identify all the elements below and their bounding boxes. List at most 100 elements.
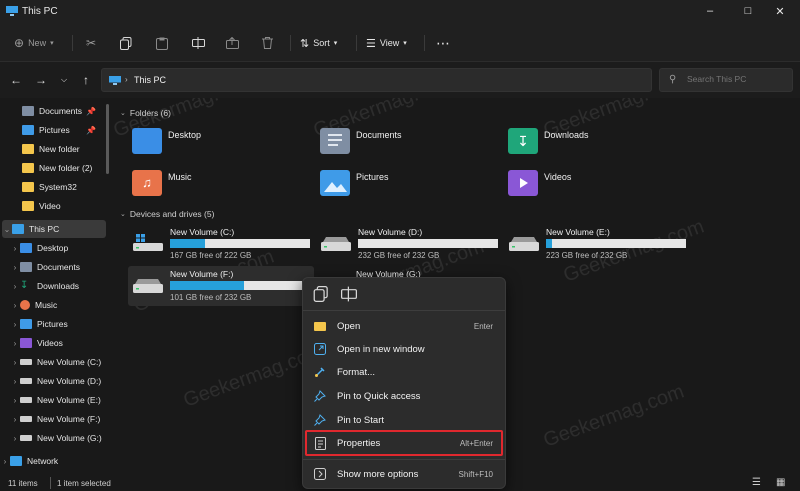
sidebar-item-volume-e[interactable]: › New Volume (E:) — [0, 391, 104, 409]
share-button[interactable] — [226, 32, 239, 54]
folder-videos[interactable]: Videos — [508, 170, 571, 196]
open-new-window-icon — [313, 342, 327, 356]
folder-music[interactable]: ♫ Music — [132, 170, 192, 196]
menu-separator — [303, 310, 505, 311]
delete-button[interactable] — [262, 32, 273, 54]
menu-item-label: Open — [337, 320, 361, 332]
drive-icon — [20, 359, 32, 365]
forward-button[interactable]: → — [32, 71, 50, 89]
recent-locations-button[interactable]: ⌵ — [55, 71, 73, 89]
rename-icon — [192, 37, 205, 49]
drives-header[interactable]: ⌄ Devices and drives (5) — [120, 209, 214, 219]
search-box[interactable]: ⚲ — [659, 68, 793, 92]
search-input[interactable] — [687, 74, 787, 84]
close-button[interactable]: ✕ — [762, 2, 798, 20]
navigation-pane: Documents 📌 Pictures 📌 New folder New fo… — [0, 98, 110, 477]
chevron-right-icon: › — [13, 319, 17, 329]
chevron-right-icon: › — [13, 395, 17, 405]
sidebar-item-volume-d[interactable]: › New Volume (D:) — [0, 372, 104, 390]
sidebar-scrollbar[interactable] — [106, 104, 109, 174]
sidebar-item-new-folder[interactable]: New folder — [0, 140, 104, 158]
scissors-icon: ✂ — [86, 36, 97, 50]
address-bar[interactable]: › This PC — [101, 68, 652, 92]
minimize-button[interactable]: – — [692, 2, 728, 20]
toolbar-separator — [290, 35, 291, 51]
arrow-up-icon: ↑ — [83, 73, 89, 87]
folder-downloads[interactable]: ↧ Downloads — [508, 128, 589, 154]
paste-button[interactable] — [156, 32, 168, 54]
chevron-right-icon: › — [13, 300, 17, 310]
trash-icon — [262, 37, 273, 49]
menu-item-open[interactable]: Open Enter — [307, 316, 501, 336]
more-options-icon — [313, 467, 327, 481]
sort-button[interactable]: ⇅ Sort ▾ — [300, 32, 337, 54]
drive-icon — [20, 397, 32, 403]
new-button[interactable]: ⊕ New ▾ — [14, 32, 54, 54]
copy-icon[interactable] — [313, 286, 329, 302]
cut-button[interactable]: ✂ — [86, 32, 96, 54]
menu-item-label: Pin to Quick access — [337, 390, 421, 402]
sidebar-item-label: Pictures — [39, 125, 70, 135]
videos-folder-icon — [508, 170, 538, 196]
context-menu: Open Enter Open in new window Format... … — [302, 277, 506, 489]
chevron-right-icon: › — [13, 281, 17, 291]
sidebar-item-volume-g[interactable]: › New Volume (G:) — [0, 429, 104, 447]
drive-icon — [20, 416, 32, 422]
up-button[interactable]: ↑ — [77, 71, 95, 89]
rename-icon[interactable] — [341, 286, 357, 302]
sort-label: Sort — [313, 38, 330, 48]
drive-name: New Volume (F:) — [170, 269, 234, 279]
view-label: View — [379, 38, 400, 48]
drive-c[interactable]: New Volume (C:) 167 GB free of 222 GB — [128, 224, 314, 264]
sidebar-item-label: New Volume (G:) — [37, 433, 102, 443]
drive-f[interactable]: New Volume (F:) 101 GB free of 232 GB — [128, 266, 314, 306]
sidebar-item-label: New Volume (E:) — [37, 395, 101, 405]
folder-pictures[interactable]: Pictures — [320, 170, 389, 196]
sidebar-item-video[interactable]: Video — [0, 197, 104, 215]
chevron-right-icon: › — [13, 243, 17, 253]
copy-button[interactable] — [120, 32, 132, 54]
sidebar-item-desktop[interactable]: › Desktop — [0, 239, 104, 257]
back-button[interactable]: ← — [7, 71, 25, 89]
menu-item-pin-start[interactable]: Pin to Start — [307, 410, 501, 430]
menu-item-show-more-options[interactable]: Show more options Shift+F10 — [307, 464, 501, 484]
maximize-button[interactable]: □ — [730, 2, 766, 20]
sidebar-item-documents[interactable]: Documents 📌 — [0, 102, 104, 120]
folders-header[interactable]: ⌄ Folders (6) — [120, 108, 171, 118]
view-button[interactable]: ☰ View ▾ — [366, 32, 407, 54]
sidebar-item-videos[interactable]: › Videos — [0, 334, 104, 352]
tiles-view-icon[interactable]: ▦ — [776, 477, 785, 488]
drive-e[interactable]: New Volume (E:) 223 GB free of 232 GB — [504, 224, 690, 264]
sidebar-item-documents[interactable]: › Documents — [0, 258, 104, 276]
toolbar-separator — [72, 35, 73, 51]
folder-desktop[interactable]: Desktop — [132, 128, 201, 154]
menu-item-format[interactable]: Format... — [307, 362, 501, 382]
drive-icon — [133, 279, 163, 293]
sidebar-item-downloads[interactable]: › ↧ Downloads — [0, 277, 104, 295]
sidebar-item-this-pc[interactable]: ⌄ This PC — [2, 220, 106, 238]
drive-d[interactable]: New Volume (D:) 232 GB free of 232 GB — [316, 224, 502, 264]
rename-button[interactable] — [192, 32, 205, 54]
sidebar-item-music[interactable]: › Music — [0, 296, 104, 314]
sidebar-item-new-folder-2[interactable]: New folder (2) — [0, 159, 104, 177]
menu-item-open-new-window[interactable]: Open in new window — [307, 339, 501, 359]
drive-name: New Volume (C:) — [170, 227, 235, 237]
breadcrumb-this-pc[interactable]: This PC — [134, 75, 166, 85]
folder-documents[interactable]: Documents — [320, 128, 402, 154]
sidebar-item-pictures[interactable]: Pictures 📌 — [0, 121, 104, 139]
folder-icon — [22, 144, 34, 154]
properties-highlight-box — [305, 430, 503, 456]
paste-icon — [156, 37, 168, 50]
sidebar-item-system32[interactable]: System32 — [0, 178, 104, 196]
see-more-button[interactable]: ⋯ — [436, 32, 450, 54]
details-view-icon[interactable]: ☰ — [752, 477, 761, 488]
sidebar-item-network[interactable]: › Network — [0, 452, 104, 470]
chevron-right-icon: › — [13, 433, 17, 443]
sidebar-item-volume-c[interactable]: › New Volume (C:) — [0, 353, 104, 371]
format-icon — [313, 365, 327, 379]
new-label: New — [28, 38, 47, 48]
sidebar-item-label: This PC — [29, 224, 60, 234]
sidebar-item-volume-f[interactable]: › New Volume (F:) — [0, 410, 104, 428]
sidebar-item-pictures[interactable]: › Pictures — [0, 315, 104, 333]
menu-item-pin-quick-access[interactable]: Pin to Quick access — [307, 386, 501, 406]
